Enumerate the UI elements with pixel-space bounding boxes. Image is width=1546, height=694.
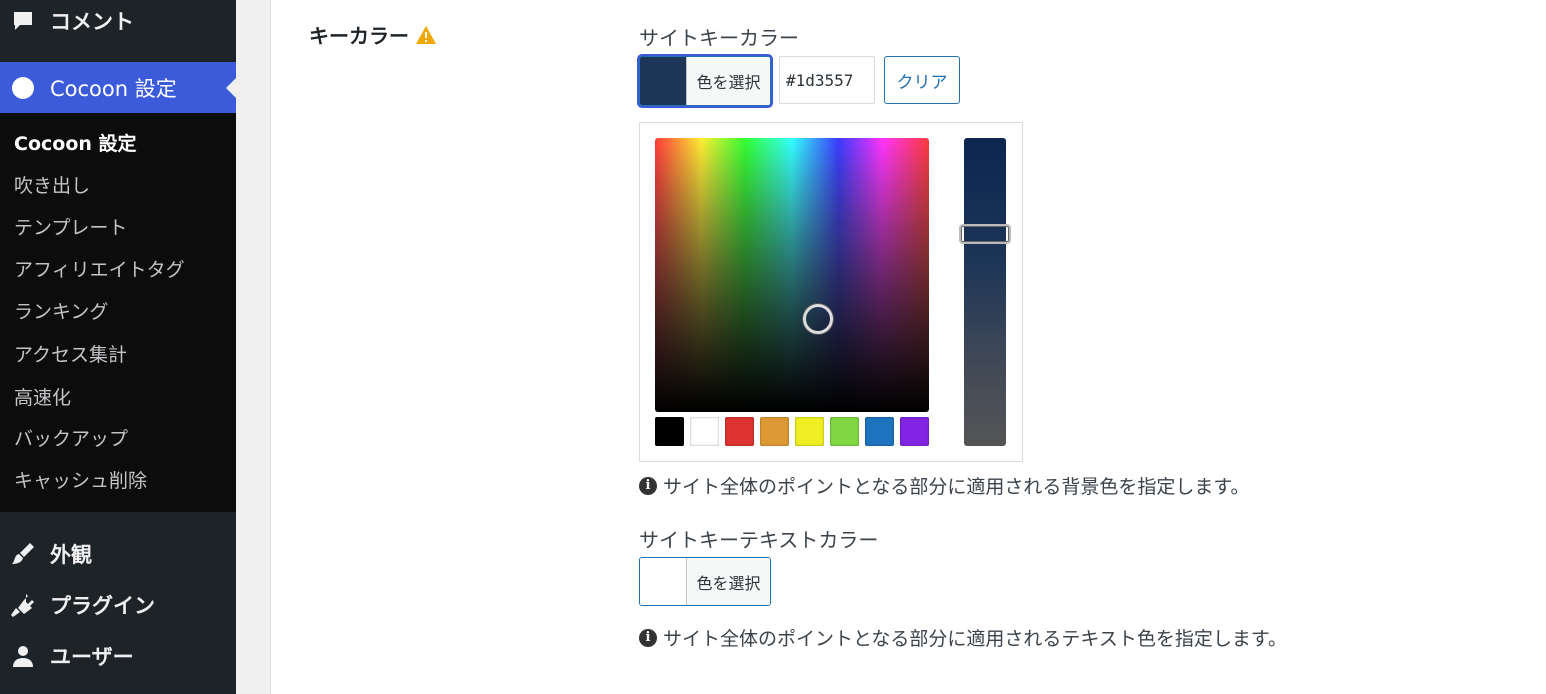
- palette-swatch[interactable]: [690, 417, 719, 446]
- sidebar-item-label: ユーザー: [50, 645, 134, 669]
- info-icon: i: [639, 628, 657, 647]
- admin-sidebar: コメント Cocoon 設定 Cocoon 設定 吹き出し テンプレート アフィ…: [0, 0, 236, 694]
- palette-swatch[interactable]: [760, 417, 789, 446]
- site-key-color-label: サイトキーカラー: [639, 26, 799, 50]
- color-picker: [639, 122, 1023, 462]
- lightness-slider[interactable]: [959, 138, 1011, 446]
- site-key-text-color-label: サイトキーテキストカラー: [639, 528, 879, 552]
- sidebar-item-users[interactable]: ユーザー: [0, 631, 236, 681]
- sidebar-item-cocoon-settings[interactable]: Cocoon 設定: [0, 62, 236, 113]
- submenu-item-balloons[interactable]: 吹き出し: [14, 171, 90, 201]
- sidebar-item-label: プラグイン: [50, 594, 155, 618]
- user-icon: [10, 643, 36, 669]
- site-key-text-color-select-button[interactable]: 色を選択: [639, 557, 771, 606]
- sidebar-item-appearance[interactable]: 外観: [0, 529, 236, 579]
- palette-swatch[interactable]: [830, 417, 859, 446]
- clear-button[interactable]: クリア: [884, 56, 960, 104]
- palette-swatch[interactable]: [900, 417, 929, 446]
- palette-swatches: [655, 417, 929, 446]
- sidebar-item-label: コメント: [50, 10, 134, 34]
- submenu-item-backup[interactable]: バックアップ: [14, 424, 128, 454]
- color-swatch: [640, 558, 686, 605]
- palette-swatch[interactable]: [865, 417, 894, 446]
- slider-handle[interactable]: [959, 224, 1011, 244]
- sidebar-item-label: Cocoon 設定: [50, 76, 177, 101]
- description-text: サイト全体のポイントとなる部分に適用されるテキスト色を指定します。: [663, 628, 1287, 650]
- submenu-item-clear-cache[interactable]: キャッシュ削除: [14, 466, 147, 496]
- color-swatch: [640, 57, 686, 105]
- palette-swatch[interactable]: [725, 417, 754, 446]
- hex-color-input[interactable]: #1d3557: [779, 56, 875, 104]
- select-color-label: 色を選択: [686, 558, 770, 605]
- cocoon-submenu: Cocoon 設定 吹き出し テンプレート アフィリエイトタグ ランキング アク…: [0, 113, 236, 512]
- submenu-item-affiliate-tags[interactable]: アフィリエイトタグ: [14, 255, 185, 285]
- sidebar-item-label: 外観: [50, 543, 92, 567]
- submenu-item-templates[interactable]: テンプレート: [14, 213, 127, 243]
- description-text: サイト全体のポイントとなる部分に適用される背景色を指定します。: [663, 476, 1250, 498]
- current-indicator-arrow: [226, 78, 236, 98]
- submenu-item-speed-up[interactable]: 高速化: [14, 383, 71, 413]
- site-key-color-select-button[interactable]: 色を選択: [639, 56, 771, 106]
- color-picker-handle[interactable]: [803, 304, 833, 334]
- palette-swatch[interactable]: [655, 417, 684, 446]
- site-key-color-description: i サイト全体のポイントとなる部分に適用される背景色を指定します。: [639, 472, 1250, 499]
- paintbrush-icon: [10, 541, 36, 567]
- submenu-item-ranking[interactable]: ランキング: [14, 297, 108, 327]
- plugin-icon: [10, 592, 36, 618]
- key-color-field-label: キーカラー: [309, 20, 437, 49]
- cocoon-icon: [12, 76, 34, 99]
- submenu-item-access-stats[interactable]: アクセス集計: [14, 340, 127, 370]
- select-color-label: 色を選択: [686, 57, 770, 105]
- submenu-item-cocoon-settings[interactable]: Cocoon 設定: [14, 129, 137, 159]
- field-label-text: キーカラー: [309, 24, 409, 48]
- sidebar-item-plugins[interactable]: プラグイン: [0, 580, 236, 630]
- sidebar-item-comments[interactable]: コメント: [0, 0, 236, 46]
- palette-swatch[interactable]: [795, 417, 824, 446]
- saturation-value-area[interactable]: [655, 138, 929, 412]
- settings-content: キーカラー サイトキーカラー 色を選択 #1d3557 クリア i サイト全体の…: [270, 0, 1546, 694]
- site-key-text-color-description: i サイト全体のポイントとなる部分に適用されるテキスト色を指定します。: [639, 624, 1287, 651]
- comment-icon: [10, 8, 36, 34]
- info-icon: i: [639, 476, 657, 495]
- warning-icon: [415, 25, 437, 45]
